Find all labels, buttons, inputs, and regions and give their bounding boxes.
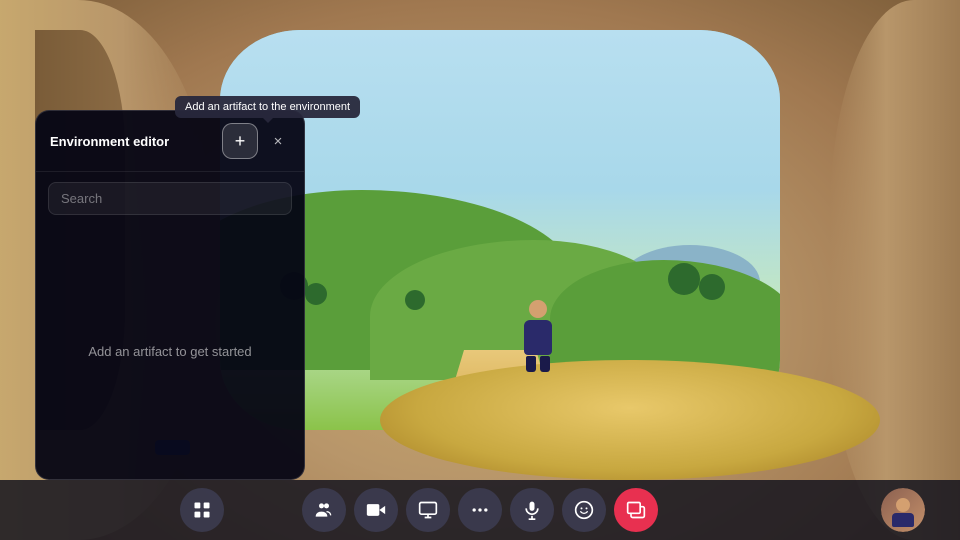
- avatar-leg-left: [526, 356, 536, 372]
- content-icon: [418, 500, 438, 520]
- camera-button[interactable]: [354, 488, 398, 532]
- avatar-thumbnail: [881, 488, 925, 532]
- share-icon: [626, 500, 646, 520]
- content-button[interactable]: [406, 488, 450, 532]
- emoji-button[interactable]: [562, 488, 606, 532]
- panel-header-actions: + ×: [222, 123, 290, 159]
- more-icon: [470, 500, 490, 520]
- tree: [405, 290, 425, 310]
- panel-header: Environment editor + ×: [36, 111, 304, 172]
- panel-title: Environment editor: [50, 134, 169, 149]
- grid-icon: [192, 500, 212, 520]
- avatar-character: [518, 300, 558, 370]
- toolbar: [0, 480, 960, 540]
- avatar-body: [524, 320, 552, 355]
- search-box: [48, 182, 292, 215]
- add-artifact-button[interactable]: +: [222, 123, 258, 159]
- avatar-legs: [518, 356, 558, 372]
- panel-body: Add an artifact to get started: [36, 223, 304, 479]
- grid-button[interactable]: [180, 488, 224, 532]
- avatar-leg-right: [540, 356, 550, 372]
- toolbar-center: [302, 488, 658, 532]
- tree: [305, 283, 327, 305]
- more-button[interactable]: [458, 488, 502, 532]
- floor-platform: [380, 360, 880, 480]
- mic-button[interactable]: [510, 488, 554, 532]
- camera-icon: [366, 500, 386, 520]
- tree: [668, 263, 700, 295]
- empty-state-label: Add an artifact to get started: [88, 344, 251, 359]
- people-icon: [314, 500, 334, 520]
- mic-icon: [522, 500, 542, 520]
- share-button[interactable]: [614, 488, 658, 532]
- emoji-icon: [574, 500, 594, 520]
- close-panel-button[interactable]: ×: [266, 129, 290, 153]
- avatar-head: [529, 300, 547, 318]
- arch-right: [830, 0, 960, 540]
- people-button[interactable]: [302, 488, 346, 532]
- tree: [699, 274, 725, 300]
- search-input[interactable]: [48, 182, 292, 215]
- environment-editor-panel: Environment editor + × Add an artifact t…: [35, 110, 305, 480]
- avatar-button[interactable]: [881, 488, 925, 532]
